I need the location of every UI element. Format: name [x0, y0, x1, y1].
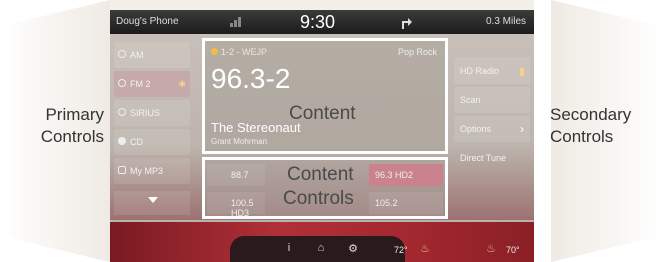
- driver-temperature[interactable]: 72°: [394, 245, 408, 255]
- source-mp3[interactable]: My MP3: [114, 158, 190, 184]
- navigation-turn-icon: [400, 15, 412, 29]
- passenger-seat-icon[interactable]: ♨: [482, 242, 500, 258]
- radio-icon: [118, 50, 126, 58]
- song-title: The Stereonaut: [211, 120, 301, 135]
- disc-icon: [118, 137, 126, 145]
- preset-label: 105.2: [375, 198, 398, 208]
- clock: 9:30: [300, 12, 336, 32]
- heated-seat-icon[interactable]: ♨: [416, 242, 434, 258]
- tools-icon[interactable]: ⚙: [344, 242, 362, 258]
- signal-icon: [230, 15, 244, 27]
- preset-button[interactable]: 100.5 HD3: [207, 192, 265, 218]
- scan-button[interactable]: Scan: [454, 87, 530, 113]
- chevron-right-icon: ›: [520, 122, 524, 136]
- content-area: 1-2 - WEJP Pop Rock 96.3-2 The Stereonau…: [202, 38, 448, 154]
- secondary-callout-line1: Secondary: [550, 105, 632, 124]
- source-label: CD: [130, 137, 143, 147]
- radio-icon: [118, 79, 126, 87]
- climate-bar: i ⌂ ⚙ 72° ♨ ♨ 70°: [110, 222, 534, 262]
- status-bar: Doug's Phone 9:30 0.3 Miles: [110, 10, 534, 34]
- scan-label: Scan: [460, 95, 481, 105]
- content-controls-callout-line1: Content: [287, 164, 354, 185]
- primary-controls-callout: Primary Controls: [6, 104, 104, 148]
- media-player-icon: [118, 166, 126, 174]
- source-label: AM: [130, 50, 144, 60]
- options-label: Options: [460, 124, 492, 134]
- genre-label: Pop Rock: [397, 47, 437, 57]
- phone-name[interactable]: Doug's Phone: [116, 16, 179, 27]
- source-label: FM 2: [130, 79, 151, 89]
- infotainment-screen: Doug's Phone 9:30 0.3 Miles AM FM 2 ✱ SI…: [110, 0, 534, 262]
- preset-button[interactable]: 105.2: [369, 192, 443, 214]
- options-button[interactable]: Options ›: [454, 116, 530, 142]
- content-callout: Content: [289, 103, 356, 124]
- secondary-controls-panel: HD Radio ▮ Scan Options › Direct Tune: [452, 40, 530, 218]
- preset-label: 100.5 HD3: [231, 198, 254, 218]
- primary-controls-panel: AM FM 2 ✱ SIRIUS CD My MP3: [114, 40, 194, 218]
- screen-bezel-top: [110, 0, 534, 10]
- preset-button-selected[interactable]: 96.3 HD2: [369, 164, 443, 186]
- frequency-display: 96.3-2: [211, 63, 291, 94]
- toggle-indicator-icon: ▮: [518, 66, 525, 78]
- more-sources-button[interactable]: [114, 191, 190, 215]
- hd-radio-button[interactable]: HD Radio ▮: [454, 58, 530, 84]
- preset-station: 1-2 - WEJP: [211, 47, 267, 57]
- source-fm[interactable]: FM 2 ✱: [114, 71, 190, 97]
- active-source-icon: ✱: [178, 79, 186, 89]
- distance-readout: 0.3 Miles: [485, 16, 526, 27]
- secondary-callout-line2: Controls: [550, 127, 614, 146]
- artist-name: Grant Mohrman: [211, 137, 268, 146]
- source-sirius[interactable]: SIRIUS: [114, 100, 190, 126]
- station-icon: [211, 48, 218, 55]
- preset-button[interactable]: 88.7: [207, 164, 265, 186]
- primary-callout-line1: Primary: [45, 105, 104, 124]
- satellite-icon: [118, 108, 126, 116]
- hd-radio-label: HD Radio: [460, 66, 500, 76]
- direct-tune-button[interactable]: Direct Tune: [454, 145, 530, 171]
- preset-station-label: 1-2 - WEJP: [221, 47, 268, 57]
- primary-callout-line2: Controls: [40, 127, 104, 146]
- chevron-down-icon: [148, 197, 158, 203]
- preset-label: 88.7: [231, 170, 249, 180]
- content-controls-area: 88.7 96.3 HD2 100.5 HD3 105.2 Content Co…: [202, 157, 448, 219]
- direct-tune-label: Direct Tune: [460, 153, 507, 163]
- source-label: My MP3: [130, 166, 164, 176]
- source-cd[interactable]: CD: [114, 129, 190, 155]
- source-label: SIRIUS: [130, 108, 161, 118]
- passenger-temperature[interactable]: 70°: [506, 245, 520, 255]
- content-controls-callout-line2: Controls: [283, 188, 354, 209]
- info-icon[interactable]: i: [280, 242, 298, 258]
- home-icon[interactable]: ⌂: [312, 242, 330, 258]
- preset-label: 96.3 HD2: [375, 170, 414, 180]
- secondary-controls-callout: Secondary Controls: [550, 104, 660, 148]
- source-am[interactable]: AM: [114, 42, 190, 68]
